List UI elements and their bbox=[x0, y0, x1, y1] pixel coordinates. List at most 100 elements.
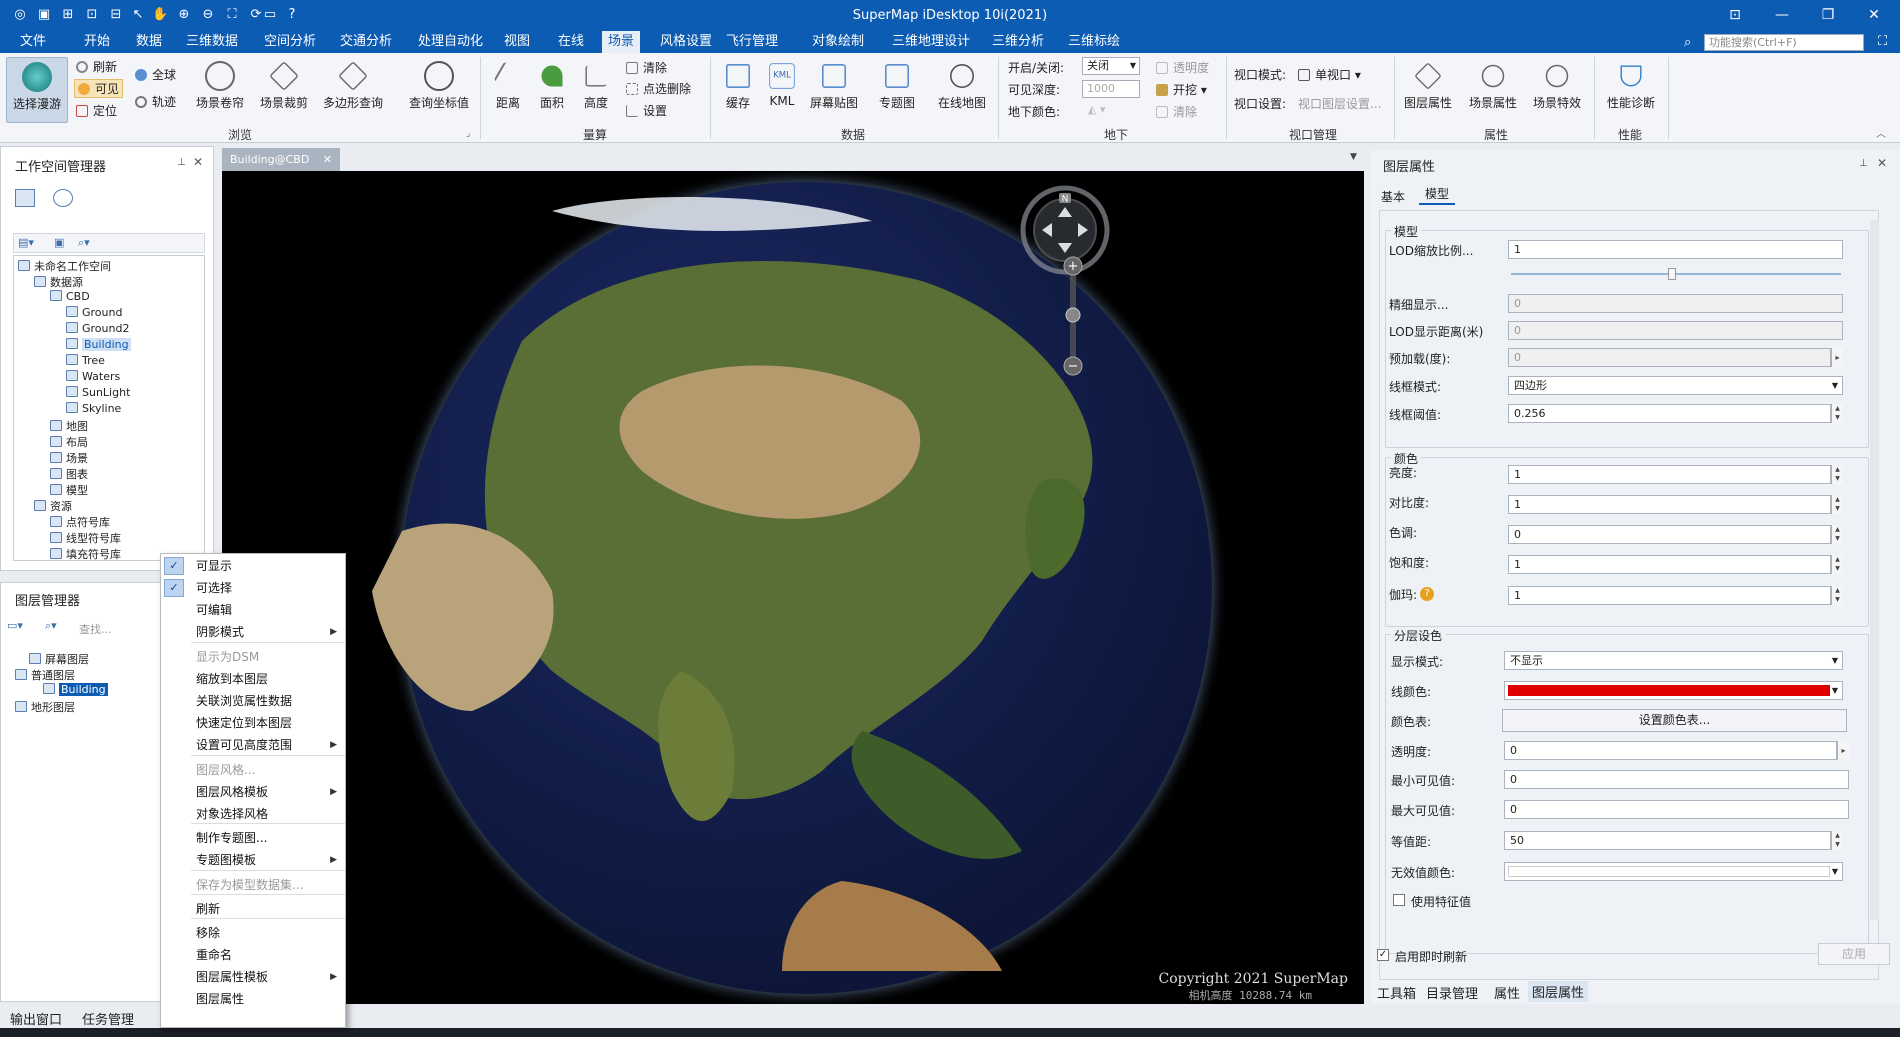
lod-scale-slider-thumb[interactable] bbox=[1668, 268, 1676, 280]
layer-node-icon[interactable] bbox=[15, 701, 27, 712]
browse-expand-icon[interactable]: ⌟ bbox=[466, 129, 470, 139]
lod-distance-input[interactable]: 0 bbox=[1508, 321, 1843, 340]
min-visible-input[interactable]: 0 bbox=[1504, 770, 1849, 789]
tree-item[interactable]: 填充符号库 bbox=[50, 546, 121, 562]
tab-output-window[interactable]: 输出窗口 bbox=[10, 1009, 62, 1028]
context-menu-item[interactable]: 图层风格模板 ▶ bbox=[161, 781, 345, 803]
track-button[interactable]: 轨迹 bbox=[135, 93, 176, 110]
collapse-ribbon-icon[interactable]: ︿ bbox=[1876, 125, 1886, 140]
fine-display-input[interactable]: 0 bbox=[1508, 294, 1843, 313]
select-roam-button[interactable]: 选择漫游 bbox=[6, 57, 68, 123]
screen-map-button[interactable]: 屏幕贴图 bbox=[806, 61, 862, 111]
underground-depth-input[interactable]: 1000 bbox=[1082, 80, 1140, 98]
restore-button[interactable]: ❐ bbox=[1818, 6, 1838, 24]
tree-item[interactable]: 模型 bbox=[50, 482, 88, 498]
workspace-online-icon[interactable] bbox=[53, 189, 73, 207]
layer-find-icon[interactable]: ⌕▾ bbox=[45, 619, 57, 633]
gamma-spinner[interactable]: ▲ ▼ bbox=[1831, 586, 1843, 605]
context-menu-item[interactable]: 缩放到本图层 bbox=[161, 668, 345, 690]
tab-model[interactable]: 模型 bbox=[1419, 186, 1455, 205]
cache-button[interactable]: 缓存 bbox=[718, 61, 758, 111]
gamma-help-icon[interactable]: ? bbox=[1420, 587, 1434, 601]
layer-attr-button[interactable]: 图层属性 bbox=[1400, 61, 1456, 111]
kml-button[interactable]: KML KML bbox=[762, 61, 802, 108]
pin-icon[interactable]: ⊥ bbox=[177, 157, 186, 168]
measure-clear-button[interactable]: 清除 bbox=[626, 59, 667, 76]
menu-15[interactable]: 三维标绘 bbox=[1062, 31, 1126, 53]
layer-tree-item[interactable]: 屏幕图层 bbox=[29, 651, 89, 667]
display-mode-select[interactable]: 不显示 ▼ bbox=[1504, 651, 1843, 670]
context-menu-item[interactable]: 图层属性 bbox=[161, 988, 345, 1010]
wire-mode-select[interactable]: 四边形 ▼ bbox=[1508, 376, 1843, 395]
brightness-input[interactable]: 1 bbox=[1508, 465, 1831, 484]
scene-clip-button[interactable]: 场景裁剪 bbox=[256, 61, 312, 111]
tree-item[interactable]: Skyline bbox=[66, 402, 121, 415]
perf-diagnose-button[interactable]: 性能诊断 bbox=[1600, 61, 1662, 111]
properties-close-icon[interactable]: ✕ bbox=[1877, 156, 1887, 170]
query-coord-button[interactable]: 查询坐标值 bbox=[404, 61, 474, 111]
properties-pin-icon[interactable]: ⊥ bbox=[1859, 158, 1868, 169]
area-button[interactable]: 面积 bbox=[534, 61, 570, 111]
measure-settings-button[interactable]: 设置 bbox=[626, 102, 667, 119]
context-menu-item[interactable]: 图层属性模板 ▶ bbox=[161, 966, 345, 988]
transparency-input[interactable]: 0 bbox=[1504, 741, 1837, 760]
fullscreen-icon[interactable]: ⛶ bbox=[1878, 34, 1887, 49]
layer-node-icon[interactable] bbox=[29, 653, 41, 664]
tree-item[interactable]: Ground2 bbox=[66, 322, 129, 335]
open-workspace-icon[interactable]: ▤▾ bbox=[18, 236, 34, 249]
save-workspace-icon[interactable]: ▣ bbox=[54, 236, 64, 249]
feature-search-input[interactable]: 功能搜索(Ctrl+F) bbox=[1704, 34, 1864, 51]
tree-item[interactable]: 未命名工作空间 bbox=[18, 258, 111, 274]
scene-viewport[interactable]: N + − Copyright 2021 SuperMap 相机高度 10288… bbox=[222, 171, 1364, 1004]
scene-effect-button[interactable]: 场景特效 bbox=[1528, 61, 1586, 111]
find-icon[interactable]: ⌕▾ bbox=[78, 236, 90, 250]
scene-roll-button[interactable]: 场景卷帘 bbox=[192, 61, 248, 111]
menu-4[interactable]: 空间分析 bbox=[258, 31, 322, 53]
menu-13[interactable]: 三维地理设计 bbox=[886, 31, 976, 53]
brightness-spinner[interactable]: ▲ ▼ bbox=[1831, 465, 1843, 484]
underground-toggle-select[interactable]: 关闭 ▼ bbox=[1082, 57, 1140, 75]
interval-spinner[interactable]: ▲ ▼ bbox=[1831, 831, 1843, 850]
close-window-button[interactable]: ✕ bbox=[1864, 6, 1884, 24]
context-menu-item[interactable]: 阴影模式 ▶ bbox=[161, 621, 345, 643]
close-panel-icon[interactable]: ✕ bbox=[193, 155, 203, 169]
menu-1[interactable]: 开始 bbox=[78, 31, 116, 53]
line-color-picker[interactable]: ▼ bbox=[1504, 681, 1843, 700]
context-menu-item[interactable]: 保存为模型数据集... bbox=[161, 874, 345, 896]
menu-6[interactable]: 处理自动化 bbox=[412, 31, 489, 53]
tree-item[interactable]: 布局 bbox=[50, 434, 88, 450]
context-menu-item[interactable]: 对象选择风格 bbox=[161, 803, 345, 825]
wire-threshold-input[interactable]: 0.256 bbox=[1508, 404, 1831, 423]
menu-7[interactable]: 视图 bbox=[498, 31, 536, 53]
scene-tab[interactable]: Building@CBD ✕ bbox=[222, 148, 340, 171]
hue-spinner[interactable]: ▲ ▼ bbox=[1831, 525, 1843, 544]
menu-10[interactable]: 风格设置 bbox=[654, 31, 718, 53]
contrast-spinner[interactable]: ▲ ▼ bbox=[1831, 495, 1843, 514]
max-visible-input[interactable]: 0 bbox=[1504, 800, 1849, 819]
transparency-arrow-button[interactable]: ▸ bbox=[1837, 741, 1849, 760]
menu-2[interactable]: 数据 bbox=[130, 31, 168, 53]
tree-item[interactable]: 地图 bbox=[50, 418, 88, 434]
workspace-view-icon[interactable] bbox=[15, 189, 35, 207]
context-menu-item[interactable]: 显示为DSM bbox=[161, 646, 345, 668]
saturation-input[interactable]: 1 bbox=[1508, 555, 1831, 574]
context-menu-item[interactable]: 快速定位到本图层 bbox=[161, 712, 345, 734]
tab-list-icon[interactable]: ▼ bbox=[1350, 152, 1357, 162]
lod-scale-input[interactable]: 1 bbox=[1508, 240, 1843, 259]
tree-item[interactable]: 资源 bbox=[34, 498, 72, 514]
zoom-thumb[interactable] bbox=[1065, 307, 1081, 323]
excavate-button[interactable]: 开挖 ▾ bbox=[1156, 81, 1207, 98]
gamma-input[interactable]: 1 bbox=[1508, 586, 1831, 605]
locate-button[interactable]: 定位 bbox=[76, 102, 117, 119]
menu-3[interactable]: 三维数据 bbox=[180, 31, 244, 53]
theme-map-button[interactable]: 专题图 bbox=[870, 61, 924, 111]
tree-item[interactable]: 图表 bbox=[50, 466, 88, 482]
tree-item[interactable]: 数据源 bbox=[34, 274, 83, 290]
layer-node-icon[interactable] bbox=[15, 669, 27, 680]
tree-item[interactable]: Building bbox=[66, 338, 131, 351]
context-menu-item[interactable]: 专题图模板 ▶ bbox=[161, 849, 345, 871]
lod-scale-slider-track[interactable] bbox=[1511, 273, 1841, 275]
tab-layer-properties[interactable]: 图层属性 bbox=[1528, 981, 1589, 1002]
apply-button[interactable]: 应用 bbox=[1818, 943, 1890, 965]
ribbon-toggle-icon[interactable]: ⊡ bbox=[1725, 6, 1745, 24]
